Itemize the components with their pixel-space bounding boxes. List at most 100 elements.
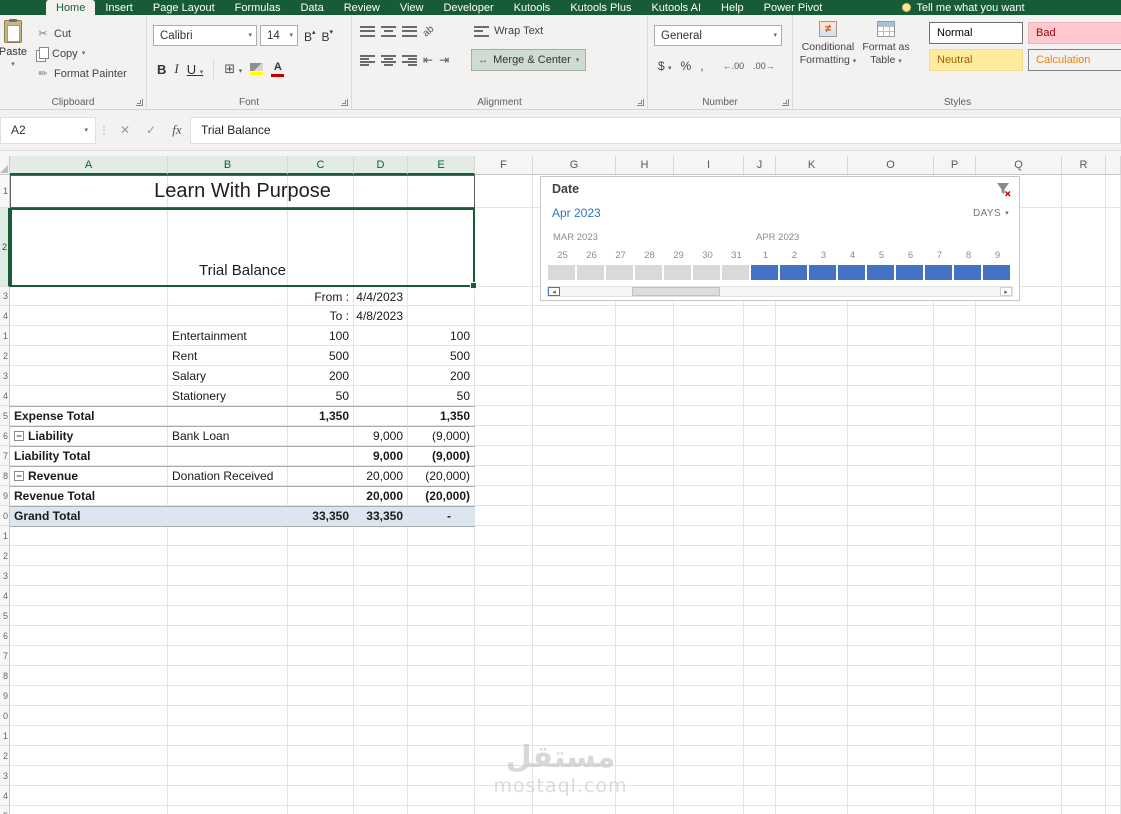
- row-header[interactable]: 2: [0, 208, 10, 287]
- italic-button[interactable]: I: [174, 61, 178, 77]
- timeline-day-tile-26[interactable]: [577, 265, 604, 280]
- row-header[interactable]: 5: [0, 806, 10, 814]
- percent-button[interactable]: %: [681, 59, 692, 73]
- timeline-day-tile-1[interactable]: [751, 265, 778, 280]
- row-header[interactable]: 2: [0, 746, 10, 766]
- ribbon-tab-page-layout[interactable]: Page Layout: [143, 0, 225, 15]
- increase-indent-button[interactable]: ⇥: [439, 53, 449, 67]
- pivot-cell[interactable]: 33,350: [288, 506, 354, 526]
- pivot-cell[interactable]: 33,350: [354, 506, 408, 526]
- comma-style-button[interactable]: ,: [700, 59, 703, 73]
- row-header[interactable]: 4: [0, 306, 10, 326]
- pivot-cell[interactable]: (20,000): [408, 486, 475, 506]
- ribbon-tab-kutools[interactable]: Kutools: [504, 0, 561, 15]
- pivot-cell[interactable]: 50: [408, 386, 475, 406]
- pivot-cell[interactable]: Expense Total: [10, 406, 168, 426]
- row-header[interactable]: 5: [0, 606, 10, 626]
- borders-button[interactable]: ⊞ ▾: [224, 61, 242, 77]
- timeline-day-tile-29[interactable]: [664, 265, 691, 280]
- column-header-I[interactable]: I: [674, 156, 744, 175]
- pivot-cell[interactable]: − Liability: [10, 426, 168, 446]
- column-header-R[interactable]: R: [1062, 156, 1106, 175]
- timeline-day-tile-2[interactable]: [780, 265, 807, 280]
- paste-button[interactable]: Paste ▾: [0, 15, 36, 109]
- merge-center-button[interactable]: ↔ Merge & Center ▾: [471, 49, 587, 71]
- pivot-cell[interactable]: Grand Total: [10, 506, 168, 526]
- copy-button[interactable]: Copy ▾: [36, 47, 127, 62]
- bold-button[interactable]: B: [157, 62, 166, 77]
- pivot-cell[interactable]: (20,000): [408, 466, 475, 486]
- cell-to-label[interactable]: To :: [288, 306, 354, 326]
- row-header[interactable]: 4: [0, 586, 10, 606]
- clear-filter-icon[interactable]: [996, 182, 1011, 200]
- row-header[interactable]: 8: [0, 666, 10, 686]
- column-header-E[interactable]: E: [408, 156, 475, 175]
- row-header[interactable]: 7: [0, 646, 10, 666]
- timeline-day-tile-8[interactable]: [954, 265, 981, 280]
- cut-button[interactable]: ✂ Cut: [36, 27, 127, 41]
- scroll-left-icon[interactable]: ◂: [548, 287, 560, 296]
- ribbon-tab-insert[interactable]: Insert: [95, 0, 143, 15]
- pivot-cell[interactable]: Donation Received: [168, 466, 288, 486]
- grow-font-button[interactable]: B▴: [304, 28, 316, 44]
- timeline-day-tile-4[interactable]: [838, 265, 865, 280]
- sheet-grid[interactable]: Learn With Purpose Trial Balance From : …: [0, 175, 1121, 814]
- pivot-cell[interactable]: 100: [408, 326, 475, 346]
- row-header[interactable]: 1: [0, 175, 10, 208]
- row-header[interactable]: 4: [0, 386, 10, 406]
- ribbon-tab-kutools-plus[interactable]: Kutools Plus: [560, 0, 641, 15]
- collapse-icon[interactable]: −: [14, 471, 24, 481]
- pivot-cell[interactable]: Entertainment: [168, 326, 288, 346]
- align-left-button[interactable]: [360, 54, 375, 66]
- timeline-day-tile-9[interactable]: [983, 265, 1010, 280]
- column-header-J[interactable]: J: [744, 156, 776, 175]
- cancel-entry-button[interactable]: ✕: [112, 123, 138, 137]
- pivot-cell[interactable]: Salary: [168, 366, 288, 386]
- row-header[interactable]: 1: [0, 526, 10, 546]
- collapse-icon[interactable]: −: [14, 431, 24, 441]
- timeline-day-tile-3[interactable]: [809, 265, 836, 280]
- style-chip-bad[interactable]: Bad: [1028, 22, 1121, 44]
- column-header-C[interactable]: C: [288, 156, 354, 175]
- font-color-button[interactable]: A: [271, 61, 285, 77]
- ribbon-tab-home[interactable]: Home: [46, 0, 96, 15]
- pivot-cell[interactable]: − Revenue: [10, 466, 168, 486]
- timeline-day-tile-5[interactable]: [867, 265, 894, 280]
- column-header-Q[interactable]: Q: [976, 156, 1062, 175]
- pivot-cell[interactable]: (9,000): [408, 426, 475, 446]
- timeline-day-tile-6[interactable]: [896, 265, 923, 280]
- align-center-button[interactable]: [381, 54, 396, 66]
- conditional-formatting-button[interactable]: Conditional Formatting ▾: [799, 15, 857, 109]
- row-header[interactable]: 5: [0, 406, 10, 426]
- pivot-cell[interactable]: Bank Loan: [168, 426, 288, 446]
- timeline-day-tile-30[interactable]: [693, 265, 720, 280]
- cell-subtitle-selected[interactable]: Trial Balance: [10, 208, 477, 289]
- pivot-cell[interactable]: 20,000: [354, 486, 408, 506]
- column-header-B[interactable]: B: [168, 156, 288, 175]
- pivot-cell[interactable]: 500: [288, 346, 354, 366]
- fill-color-button[interactable]: [250, 63, 264, 75]
- cell-from-date[interactable]: 4/4/2023: [354, 287, 408, 306]
- ribbon-tab-help[interactable]: Help: [711, 0, 754, 15]
- pivot-cell[interactable]: 1,350: [408, 406, 475, 426]
- format-painter-button[interactable]: ✏ Format Painter: [36, 67, 126, 81]
- pivot-cell[interactable]: 20,000: [354, 466, 408, 486]
- pivot-cell[interactable]: (9,000): [408, 446, 475, 466]
- pivot-cell[interactable]: 9,000: [354, 426, 408, 446]
- dialog-launcher-icon[interactable]: [782, 99, 789, 106]
- insert-function-button[interactable]: fx: [164, 122, 190, 138]
- style-chip-normal[interactable]: Normal: [929, 22, 1023, 44]
- timeline-day-tile-25[interactable]: [548, 265, 575, 280]
- number-format-select[interactable]: General ▾: [654, 25, 782, 46]
- row-header[interactable]: 3: [0, 366, 10, 386]
- column-header-G[interactable]: G: [533, 156, 616, 175]
- row-header[interactable]: 9: [0, 486, 10, 506]
- underline-button[interactable]: U ▾: [187, 62, 204, 77]
- align-right-button[interactable]: [402, 54, 417, 66]
- pivot-cell[interactable]: -: [408, 506, 475, 526]
- decrease-indent-button[interactable]: ⇤: [423, 53, 433, 67]
- cell-to-date[interactable]: 4/8/2023: [354, 306, 408, 326]
- row-header[interactable]: 1: [0, 726, 10, 746]
- timeline-level-dropdown[interactable]: DAYS ▾: [973, 208, 1009, 219]
- font-size-select[interactable]: 14 ▾: [260, 25, 298, 46]
